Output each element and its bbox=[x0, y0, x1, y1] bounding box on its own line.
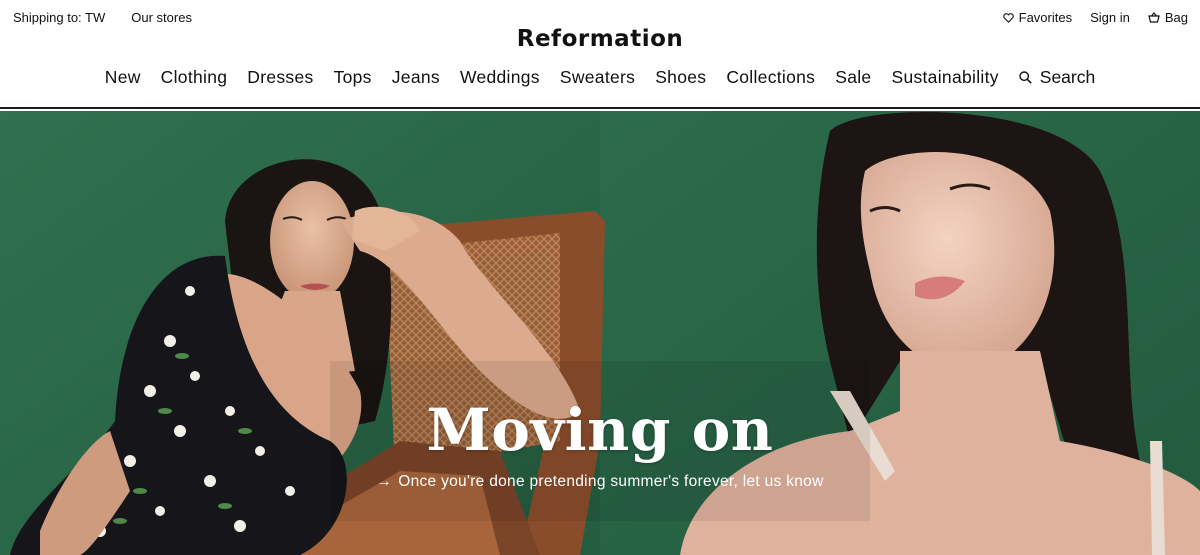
nav-item-shoes[interactable]: Shoes bbox=[645, 67, 716, 88]
search-icon bbox=[1019, 71, 1032, 84]
nav-item-sale[interactable]: Sale bbox=[825, 67, 881, 88]
hero-title: Moving on bbox=[426, 396, 774, 464]
main-nav: New Clothing Dresses Tops Jeans Weddings… bbox=[0, 67, 1200, 88]
bag-label: Bag bbox=[1164, 10, 1188, 25]
nav-item-jeans[interactable]: Jeans bbox=[382, 67, 450, 88]
hero-subtitle: Once you're done pretending summer's for… bbox=[398, 473, 824, 490]
search-button[interactable]: Search bbox=[1009, 67, 1105, 88]
hero-banner[interactable]: Moving on → Once you're done pretending s… bbox=[0, 111, 1200, 555]
nav-item-weddings[interactable]: Weddings bbox=[450, 67, 550, 88]
utility-left: Shipping to: TW Our stores bbox=[13, 10, 192, 25]
bag-link[interactable]: Bag bbox=[1148, 10, 1188, 25]
sign-in-link[interactable]: Sign in bbox=[1090, 10, 1130, 25]
utility-right: Favorites Sign in Bag bbox=[1002, 10, 1188, 25]
our-stores-link[interactable]: Our stores bbox=[131, 10, 192, 25]
arrow-right-icon: → bbox=[376, 473, 393, 490]
nav-item-clothing[interactable]: Clothing bbox=[151, 67, 238, 88]
favorites-link[interactable]: Favorites bbox=[1002, 10, 1073, 25]
favorites-label: Favorites bbox=[1018, 10, 1073, 25]
nav-item-tops[interactable]: Tops bbox=[324, 67, 382, 88]
nav-item-sustainability[interactable]: Sustainability bbox=[881, 67, 1008, 88]
search-label: Search bbox=[1039, 67, 1096, 87]
bag-icon bbox=[1148, 12, 1160, 23]
shipping-location-link[interactable]: Shipping to: TW bbox=[13, 10, 105, 25]
hero-cta-link[interactable]: → Once you're done pretending summer's fo… bbox=[0, 473, 1200, 491]
heart-icon bbox=[1002, 12, 1014, 23]
nav-item-new[interactable]: New bbox=[95, 67, 151, 88]
nav-item-sweaters[interactable]: Sweaters bbox=[550, 67, 645, 88]
site-header: Shipping to: TW Our stores Favorites Sig… bbox=[0, 0, 1200, 109]
nav-item-dresses[interactable]: Dresses bbox=[237, 67, 323, 88]
nav-item-collections[interactable]: Collections bbox=[716, 67, 825, 88]
site-logo[interactable]: Reformation bbox=[0, 26, 1200, 52]
